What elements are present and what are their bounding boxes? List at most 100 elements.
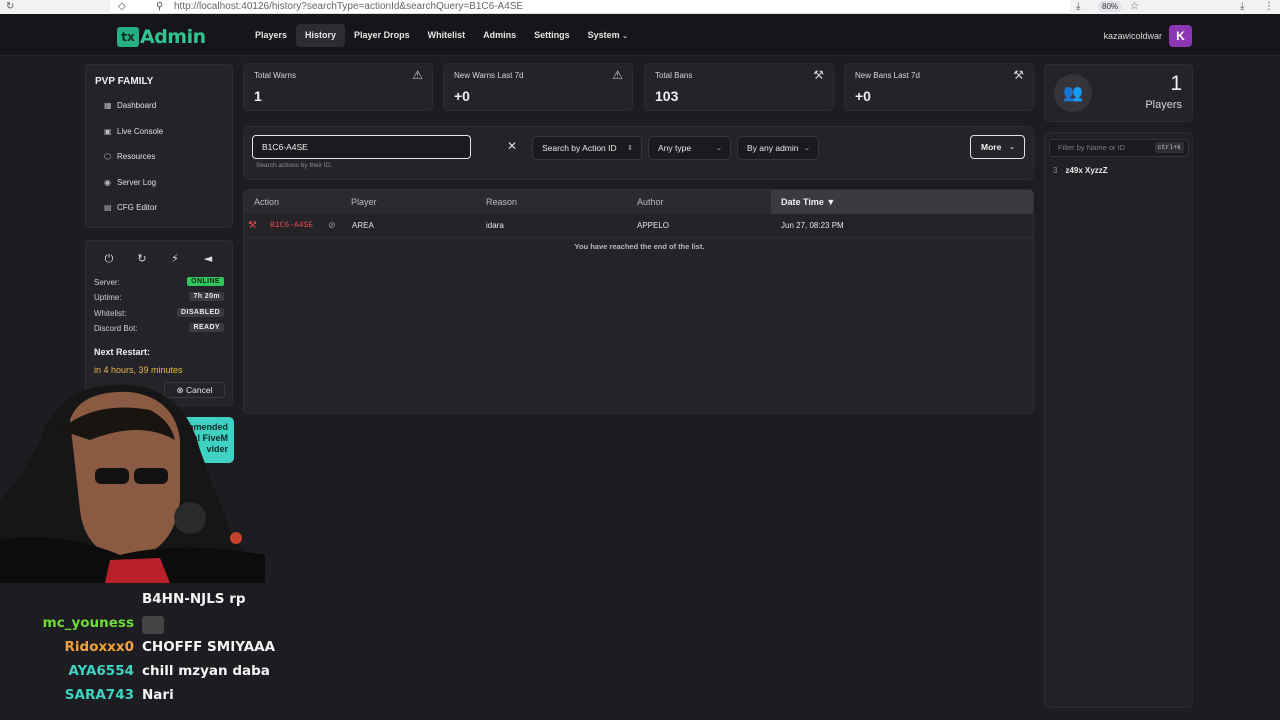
logo-text: Admin (140, 26, 206, 48)
download-icon[interactable]: ⤓ (1076, 1, 1080, 13)
sidebar-item-server-log[interactable]: ◉ Server Log (104, 178, 156, 187)
chat-username: SARA743 (64, 687, 134, 703)
table-header: Action Player Reason Author Date Time ▼ (244, 190, 1033, 214)
stat-value: +0 (855, 88, 871, 104)
select-value: Any type (658, 143, 692, 153)
nav-admins[interactable]: Admins (474, 24, 525, 47)
action-id[interactable]: B1C6-A4SE (270, 214, 313, 238)
nav-players[interactable]: Players (246, 24, 296, 47)
stat-label: New Bans Last 7d (855, 71, 920, 80)
gavel-icon: ⚒ (248, 220, 257, 231)
column-reason[interactable]: Reason (486, 190, 517, 214)
lock-icon[interactable]: ⚲ (156, 1, 163, 13)
sidebar-item-label: Resources (117, 152, 156, 161)
terminal-icon: ▣ (104, 127, 112, 136)
status-badge: DISABLED (177, 308, 224, 317)
grid-icon: ▦ (104, 101, 112, 110)
avatar[interactable]: K (1169, 25, 1192, 47)
chat-message: AYA6554 chill mzyan daba (0, 663, 400, 685)
sidebar-item-resources[interactable]: ⬡ Resources (104, 152, 155, 161)
sidebar-item-label: CFG Editor (117, 203, 158, 212)
filter-placeholder: Filter by Name or ID (1058, 143, 1126, 152)
nav-player-drops[interactable]: Player Drops (345, 24, 419, 47)
announce-icon[interactable]: ◄ (195, 249, 221, 269)
stat-value: 1 (254, 88, 262, 104)
warning-icon: ⚠ (612, 68, 623, 82)
select-value: Search by Action ID (542, 143, 617, 153)
search-type-select[interactable]: Search by Action ID ⇕ (532, 136, 642, 160)
nav-settings[interactable]: Settings (525, 24, 579, 47)
table-row[interactable]: ⚒ B1C6-A4SE ⊘ AREA idara APPELO Jun 27, … (244, 214, 1033, 238)
eye-icon: ◉ (104, 178, 111, 187)
status-uptime: Uptime: 7h 20m (94, 292, 224, 302)
chevron-down-icon: ⌄ (804, 144, 810, 152)
shield-icon[interactable]: ◇ (118, 1, 126, 13)
end-of-list-text: You have reached the end of the list. (574, 242, 705, 251)
chat-text: chill mzyan daba (142, 663, 270, 679)
stat-value: +0 (454, 88, 470, 104)
txadmin-logo[interactable]: tx Admin (117, 26, 206, 48)
close-icon[interactable]: ✕ (507, 139, 517, 153)
restart-icon[interactable]: ↻ (129, 249, 155, 269)
player-list-item[interactable]: 3 z49x XyzzZ (1053, 166, 1108, 175)
more-label: More (981, 142, 1002, 152)
sidebar-item-live-console[interactable]: ▣ Live Console (104, 127, 163, 136)
revoked-icon: ⊘ (328, 221, 336, 231)
stat-label: New Warns Last 7d (454, 71, 524, 80)
player-name: z49x XyzzZ (1065, 166, 1108, 175)
downloads-icon[interactable]: ⤓ (1240, 1, 1244, 13)
user-menu[interactable]: kazawicoldwar K (1103, 25, 1192, 47)
chat-username: Ridoxxx0 (64, 639, 134, 655)
users-icon: 👥 (1054, 74, 1092, 112)
address-bar[interactable]: ◇ ⚲ http://localhost:40126/history?searc… (110, 0, 1080, 14)
reason: idara (486, 221, 504, 230)
more-button[interactable]: More ⌄ (970, 135, 1025, 159)
column-action[interactable]: Action (254, 190, 279, 214)
nav-system[interactable]: System ⌄ (579, 24, 637, 47)
zoom-level[interactable]: 80% (1098, 1, 1123, 12)
status-server: Server: ONLINE (94, 277, 224, 287)
sidebar-item-dashboard[interactable]: ▦ Dashboard (104, 101, 156, 110)
status-label: Uptime: (94, 293, 122, 302)
box-icon: ⬡ (104, 152, 111, 161)
sidebar-item-cfg-editor[interactable]: ▤ CFG Editor (104, 203, 157, 212)
sidebar-item-label: Server Log (117, 178, 157, 187)
sidebar-item-label: Live Console (117, 127, 164, 136)
stop-server-icon[interactable]: ⏻ (96, 249, 122, 269)
menu-icon[interactable]: ⋮ (1264, 1, 1274, 13)
server-name: PVP FAMILY (95, 76, 154, 87)
column-author[interactable]: Author (637, 190, 664, 214)
status-badge: 7h 20m (189, 292, 224, 301)
star-icon[interactable]: ☆ (1130, 1, 1139, 13)
kick-all-icon[interactable]: ⚡ (162, 249, 188, 269)
search-input[interactable]: B1C6-A4SE (252, 135, 471, 159)
url-text[interactable]: http://localhost:40126/history?searchTyp… (174, 1, 523, 13)
next-restart-title: Next Restart: (94, 347, 151, 357)
chat-username: mc_youness (42, 615, 134, 631)
emote-icon (142, 616, 164, 634)
chevron-updown-icon: ⇕ (627, 144, 633, 152)
column-player[interactable]: Player (351, 190, 377, 214)
chat-message: SARA743 Nari (0, 687, 400, 709)
gavel-icon: ⚒ (813, 68, 824, 82)
nav-whitelist[interactable]: Whitelist (419, 24, 475, 47)
warning-icon: ⚠ (412, 68, 423, 82)
stream-chat: B4HN-NJLS rp mc_youness Ridoxxx0 CHOFFF … (0, 583, 400, 720)
nav-history[interactable]: History (296, 24, 346, 47)
chevron-down-icon: ⌄ (716, 144, 722, 152)
shortcut-hint: ctrl+k (1154, 142, 1184, 153)
server-controls: ⏻ ↻ ⚡ ◄ (96, 249, 228, 269)
stat-new-warns: New Warns Last 7d +0 ⚠ (443, 63, 633, 111)
player-id: 3 (1053, 166, 1058, 175)
admin-filter-select[interactable]: By any admin ⌄ (737, 136, 819, 160)
history-table: Action Player Reason Author Date Time ▼ … (243, 189, 1034, 414)
search-help-text: Search actions by their ID. (256, 162, 333, 169)
type-filter-select[interactable]: Any type ⌄ (648, 136, 731, 160)
column-datetime[interactable]: Date Time ▼ (771, 190, 1033, 214)
status-badge: ONLINE (187, 277, 224, 286)
reload-icon[interactable]: ↻ (6, 1, 14, 13)
author: APPELO (637, 221, 670, 230)
chat-message: mc_youness (0, 615, 400, 637)
top-navigation: tx Admin Players History Player Drops Wh… (0, 14, 1280, 56)
player-filter-input[interactable]: Filter by Name or ID ctrl+k (1049, 139, 1189, 157)
